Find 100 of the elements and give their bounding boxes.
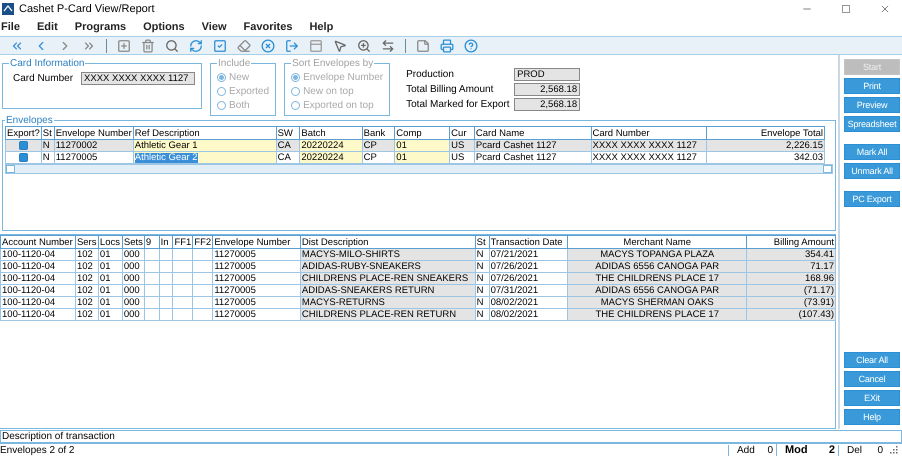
table-cell: 100-1120-04 [0,272,76,284]
summary-field: PROD [514,68,580,81]
column-header[interactable]: Sers [75,236,98,248]
printer-icon[interactable] [440,38,454,52]
table-cell: XXXX XXXX XXXX 1127 [591,140,707,152]
table-cell: 342.03 [706,152,824,164]
menu-item[interactable]: Favorites [242,21,292,33]
table-cell: THE CHILDRENS PLACE 17 [568,308,747,320]
table-cell: 100-1120-04 [0,308,76,320]
table-cell[interactable]: 01 [394,152,450,164]
swap-arrows-icon[interactable] [381,38,395,52]
table-cell: 07/26/2021 [489,260,568,272]
column-header[interactable]: Card Number [591,126,707,140]
summary-label: Production [406,69,455,80]
eraser-icon[interactable] [237,38,251,52]
column-header[interactable]: Ref Description [133,126,276,140]
menu-item[interactable]: Help [308,21,334,33]
table-cell: 100-1120-04 [0,248,76,260]
column-header[interactable]: Bank [362,126,395,140]
column-header[interactable]: Billing Amount [746,236,836,248]
trash-icon[interactable] [141,38,155,52]
table-cell[interactable]: 20220224 [300,140,362,152]
column-header[interactable]: Locs [98,236,122,248]
radio-label: Envelope Number [303,72,384,82]
radio-label: New [229,72,250,82]
group-title: Sort Envelopes by [291,58,374,69]
table-cell: 11270005 [212,296,300,308]
help-icon[interactable] [464,38,478,52]
column-header[interactable]: Merchant Name [568,236,747,248]
table-cell[interactable]: 01 [394,140,450,152]
column-header[interactable]: Envelope Number [212,236,300,248]
description-bar: Description of transaction [0,430,902,443]
table-cell: 11270005 [212,272,300,284]
table-cell: (73.91) [746,296,836,308]
table-cell[interactable]: Athletic Gear 1 [133,140,276,152]
circle-x-icon[interactable] [261,38,275,52]
table-cell: 07/31/2021 [489,284,568,296]
column-header[interactable]: FF1 [172,236,193,248]
checkbox-icon[interactable] [213,38,227,52]
column-header[interactable]: Card Name [474,126,591,140]
column-header[interactable]: Batch [300,126,362,140]
column-header[interactable]: 9 [144,236,160,248]
pointer-icon[interactable] [333,38,347,52]
table-cell: ADIDAS 6556 CANOGA PAR [568,260,747,272]
group-title: Include [217,58,252,69]
column-header[interactable]: Account Number [0,236,76,248]
menu-item[interactable]: Programs [74,21,126,33]
radio-label: Exported on top [303,100,374,110]
plus-square-icon[interactable] [117,38,131,52]
status-text: Envelopes 2 of 2 [0,444,76,456]
note-icon[interactable] [416,38,430,52]
radio-label: Both [229,100,250,110]
search-icon[interactable] [165,38,179,52]
table-cell: (71.17) [746,284,836,296]
table-cell: 07/26/2021 [489,272,568,284]
table-cell: 11270005 [212,260,300,272]
menu-item[interactable]: View [200,21,227,33]
table-cell: ADIDAS-RUBY-SNEAKERS [300,260,476,272]
export-checkbox[interactable] [18,140,28,150]
table-cell: 07/21/2021 [489,248,568,260]
table-cell: CHILDRENS PLACE-REN SNEAKERS [300,272,476,284]
card-number-field[interactable]: XXXX XXXX XXXX 1127 [81,72,196,85]
table-cell: Pcard Cashet 1127 [474,152,591,164]
export-checkbox[interactable] [18,152,28,162]
menu-item[interactable]: Edit [36,21,58,33]
zoom-in-icon[interactable] [357,38,371,52]
table-cell: 11270005 [212,248,300,260]
table-cell: 354.41 [746,248,836,260]
group-title: Envelopes [5,115,54,126]
column-header[interactable]: FF2 [192,236,213,248]
table-cell: 100-1120-04 [0,260,76,272]
column-header[interactable]: St [475,236,490,248]
column-header[interactable]: Envelope Total [706,126,824,140]
column-header[interactable]: St [41,126,54,140]
column-header[interactable]: Cur [450,126,474,140]
column-header[interactable]: Export? [6,126,42,140]
status-counter: Add 0 [728,444,776,456]
table-cell: 71.17 [746,260,836,272]
menu-item[interactable]: File [0,21,20,33]
window-icon[interactable] [309,38,323,52]
horizontal-scrollbar[interactable] [5,164,833,174]
summary-field: 2,568.18 [514,98,580,111]
column-header[interactable]: Dist Description [300,236,476,248]
table-cell: 11270005 [212,284,300,296]
status-counter: Mod 2 [776,444,838,456]
column-header[interactable]: Transaction Date [489,236,568,248]
column-header[interactable]: Comp [394,126,450,140]
table-cell: ADIDAS-SNEAKERS RETURN [300,284,476,296]
menu-item[interactable]: Options [142,21,185,33]
group-title: Card Information [9,58,86,69]
table-cell: MACYS TOPANGA PLAZA [568,248,747,260]
column-header[interactable]: In [159,236,173,248]
column-header[interactable]: Envelope Number [54,126,134,140]
table-cell: 100-1120-04 [0,284,76,296]
refresh-icon[interactable] [189,38,203,52]
table-cell: MACYS-RETURNS [300,296,476,308]
column-header[interactable]: SW [276,126,300,140]
table-cell: MACYS SHERMAN OAKS [568,296,747,308]
table-cell[interactable]: 20220224 [300,152,362,164]
column-header[interactable]: Sets [122,236,144,248]
